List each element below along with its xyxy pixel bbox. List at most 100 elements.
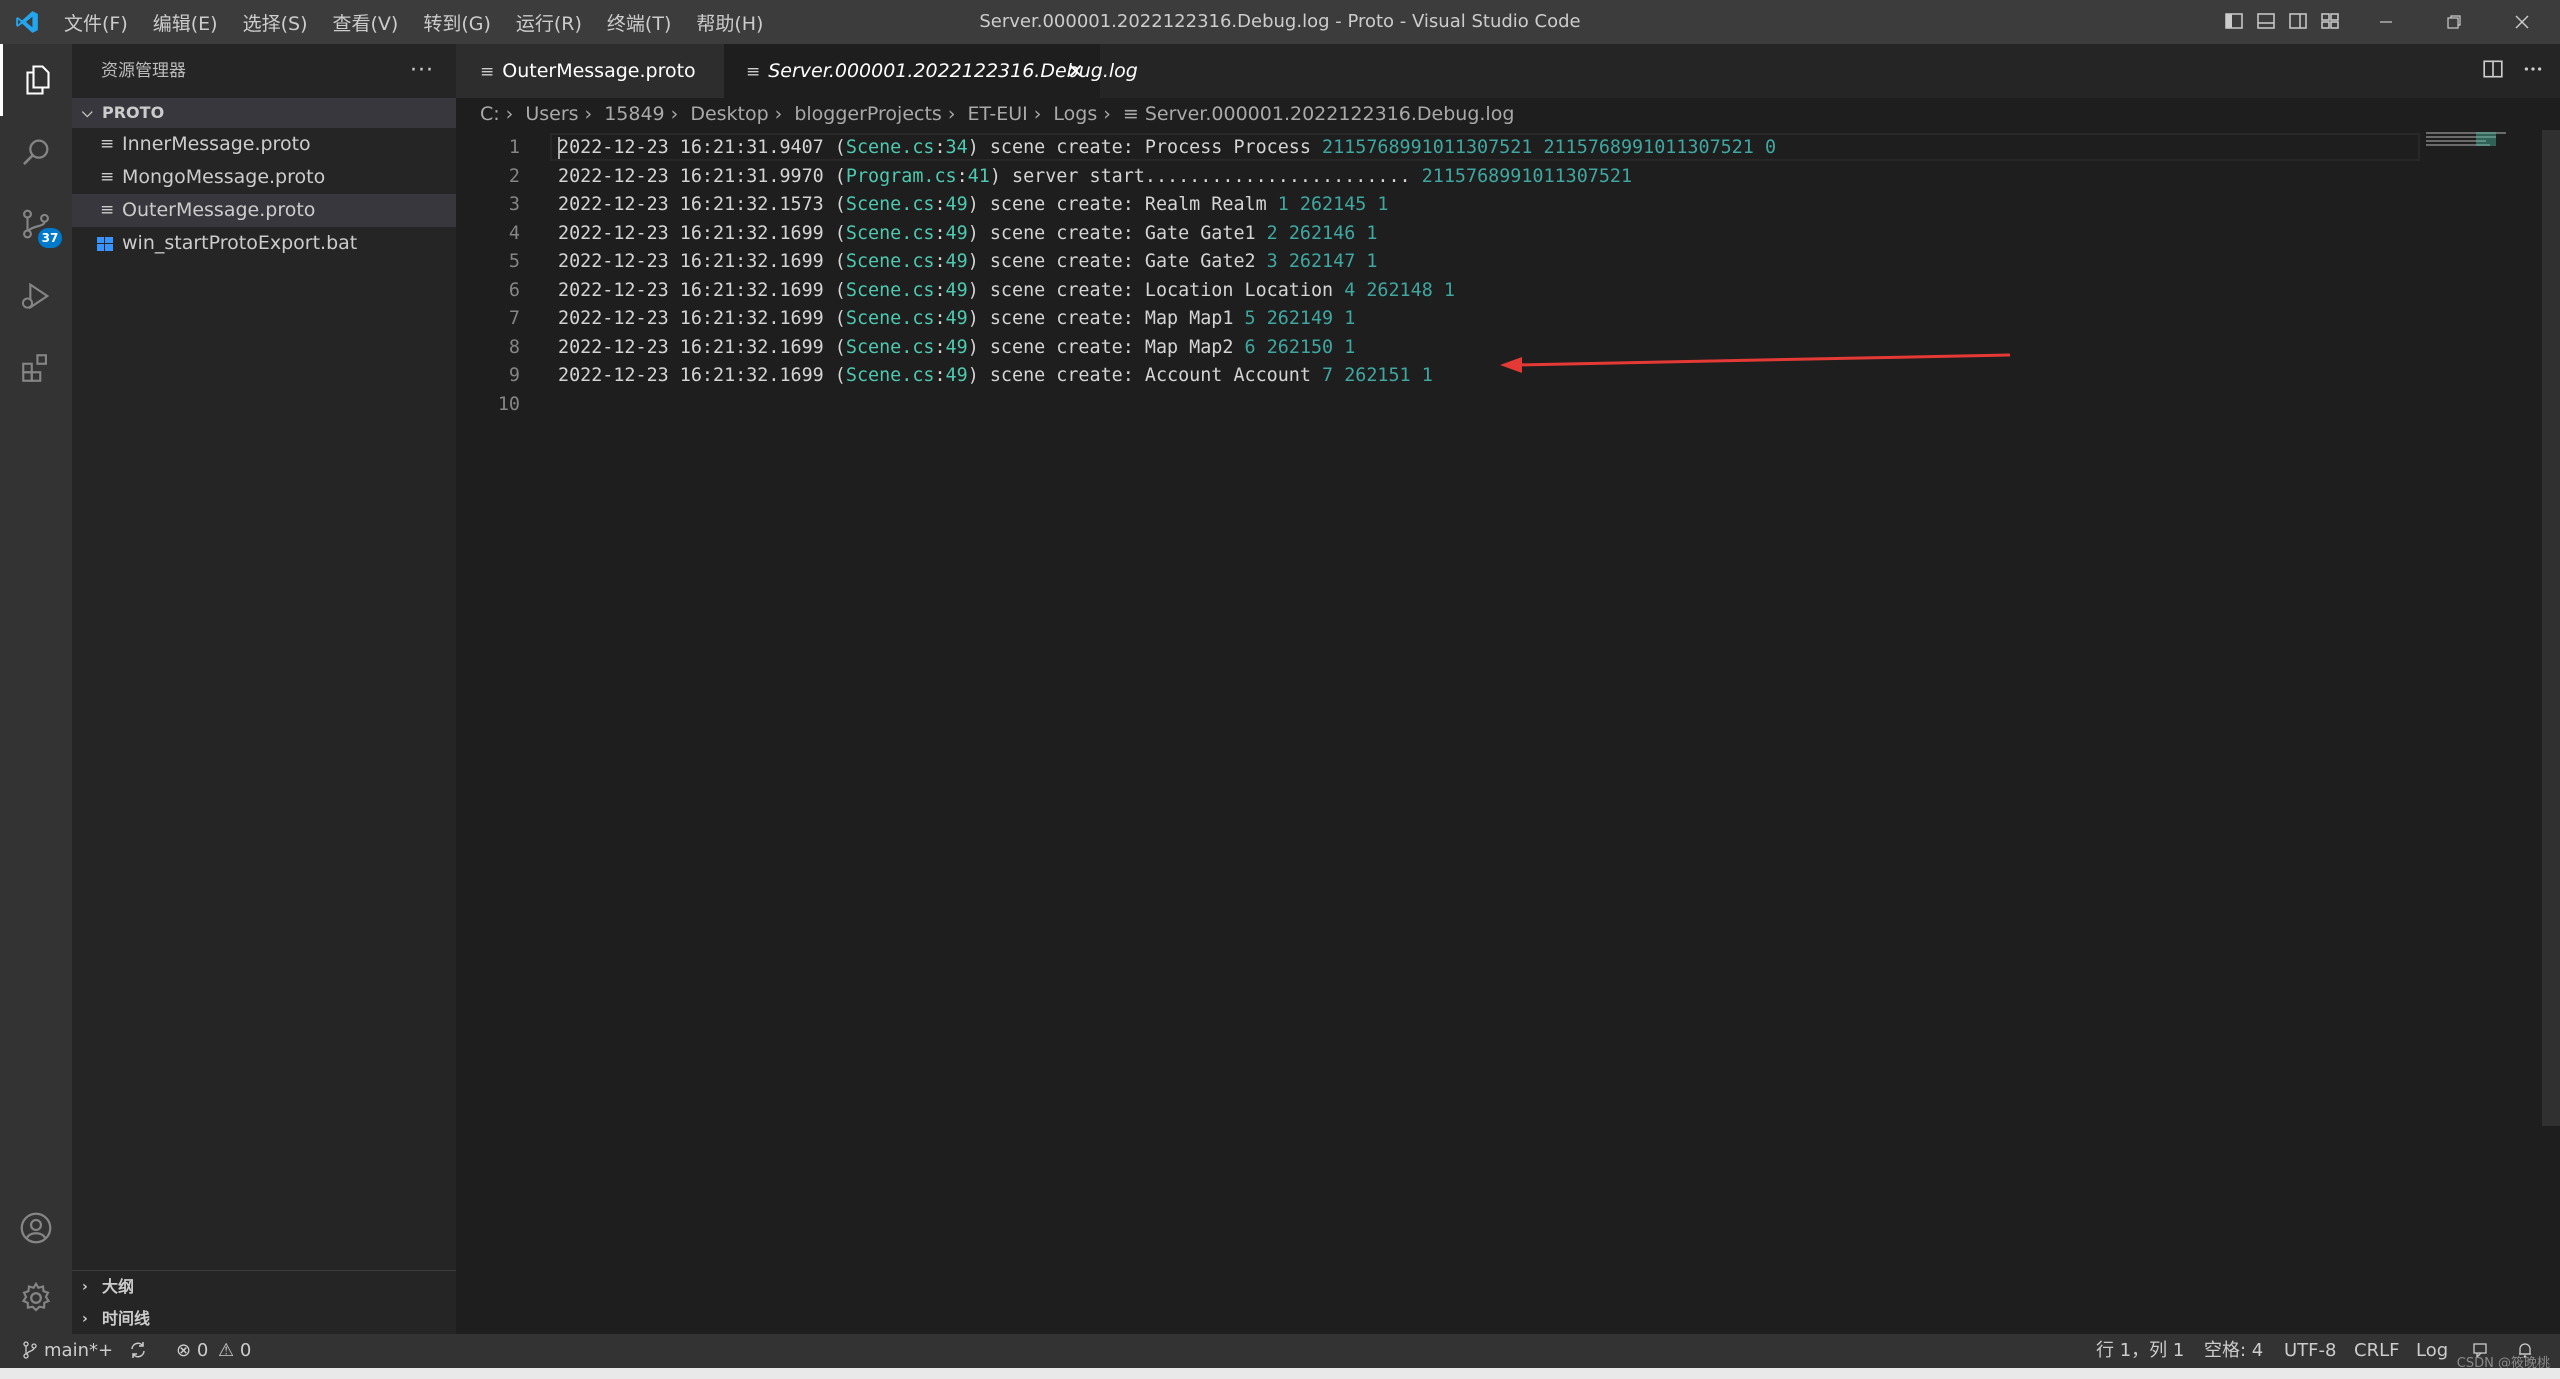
menu-view[interactable]: 查看(V) bbox=[333, 9, 399, 36]
menu-go[interactable]: 转到(G) bbox=[423, 9, 491, 36]
scm-count-badge: 37 bbox=[38, 228, 62, 248]
minimize-button[interactable] bbox=[2352, 0, 2420, 44]
error-icon: ⊗ bbox=[176, 1340, 192, 1361]
explorer-sidebar: 资源管理器 ··· ⌵ PROTO ≡ InnerMessage.proto ≡… bbox=[72, 44, 456, 1335]
line-content: 2022-12-23 16:21:32.1699 (Scene.cs:49) s… bbox=[558, 279, 1455, 301]
log-value: 2115768991011307521 bbox=[1543, 137, 1754, 158]
toggle-secondary-sidebar-icon[interactable] bbox=[2288, 11, 2308, 31]
minimap[interactable] bbox=[2426, 130, 2542, 150]
close-window-button[interactable] bbox=[2488, 0, 2556, 44]
language-mode-status[interactable]: Log bbox=[2416, 1334, 2448, 1368]
breadcrumb-item[interactable]: Logs bbox=[1053, 103, 1097, 125]
breadcrumb-item[interactable]: Desktop bbox=[690, 103, 768, 125]
line-number: 6 bbox=[508, 279, 520, 301]
log-value: 2115768991011307521 bbox=[1322, 137, 1533, 158]
split-editor-icon[interactable] bbox=[2482, 58, 2504, 80]
breadcrumb-item[interactable]: 15849 bbox=[604, 103, 664, 125]
log-source-file: Program.cs bbox=[845, 165, 957, 187]
breadcrumb-item[interactable]: Users bbox=[525, 103, 578, 125]
tab-outermessage-proto[interactable]: ≡ OuterMessage.proto bbox=[456, 44, 724, 98]
search-activity[interactable] bbox=[0, 116, 72, 188]
taskbar-strip bbox=[0, 1368, 2560, 1379]
menu-selection[interactable]: 选择(S) bbox=[243, 9, 308, 36]
outline-section-header[interactable]: › 大纲 bbox=[72, 1271, 456, 1303]
file-outermessage-proto[interactable]: ≡ OuterMessage.proto bbox=[72, 194, 456, 227]
file-win-startprotoexport-bat[interactable]: win_startProtoExport.bat bbox=[72, 227, 456, 260]
menu-file[interactable]: 文件(F) bbox=[64, 9, 128, 36]
log-timestamp: 2022-12-23 16:21:32.1699 bbox=[558, 251, 824, 272]
log-timestamp: 2022-12-23 16:21:32.1699 bbox=[558, 365, 824, 386]
windows-batch-icon bbox=[97, 237, 113, 251]
explorer-activity[interactable] bbox=[0, 44, 72, 116]
log-message: scene create: Process Process bbox=[989, 137, 1311, 158]
editor-text-area[interactable]: 1 2022-12-23 16:21:31.9407 (Scene.cs:34) … bbox=[456, 130, 2560, 1334]
chevron-right-icon: › bbox=[947, 103, 956, 125]
vscode-logo-icon[interactable] bbox=[14, 9, 40, 35]
encoding-status[interactable]: UTF-8 bbox=[2284, 1334, 2336, 1368]
run-debug-icon bbox=[21, 282, 50, 310]
menu-terminal[interactable]: 终端(T) bbox=[607, 9, 671, 36]
breadcrumb: C: › Users › 15849 › Desktop › bloggerProjec… bbox=[456, 98, 2560, 130]
eol-status[interactable]: CRLF bbox=[2354, 1334, 2399, 1368]
breadcrumb-item[interactable]: ET-EUI bbox=[967, 103, 1027, 125]
menu-help[interactable]: 帮助(H) bbox=[696, 9, 763, 36]
menu-edit[interactable]: 编辑(E) bbox=[153, 9, 218, 36]
chevron-right-icon: › bbox=[584, 103, 593, 125]
timeline-section-header[interactable]: › 时间线 bbox=[72, 1303, 456, 1335]
more-actions-icon[interactable]: ··· bbox=[410, 44, 434, 98]
chevron-right-icon: › bbox=[1033, 103, 1042, 125]
breadcrumb-item[interactable]: bloggerProjects bbox=[794, 103, 942, 125]
restore-button[interactable] bbox=[2420, 0, 2488, 44]
warning-count: 0 bbox=[239, 1340, 252, 1361]
close-icon bbox=[2515, 15, 2529, 29]
run-debug-activity[interactable] bbox=[0, 260, 72, 332]
chevron-right-icon: › bbox=[1103, 103, 1111, 125]
breadcrumb-item[interactable]: C: bbox=[480, 103, 500, 125]
file-label: OuterMessage.proto bbox=[122, 199, 316, 221]
branch-label: main*+ bbox=[44, 1340, 114, 1361]
sync-status[interactable] bbox=[128, 1334, 148, 1368]
close-tab-icon[interactable]: ✕ bbox=[1067, 44, 1084, 98]
accounts-activity[interactable] bbox=[0, 1192, 72, 1264]
log-source-line: 41 bbox=[967, 165, 990, 187]
customize-layout-icon[interactable] bbox=[2320, 11, 2340, 31]
log-timestamp: 2022-12-23 16:21:32.1699 bbox=[558, 308, 824, 329]
log-value: 1 bbox=[1366, 251, 1378, 272]
file-mongomessage-proto[interactable]: ≡ MongoMessage.proto bbox=[72, 161, 456, 194]
log-timestamp: 2022-12-23 16:21:32.1699 bbox=[558, 279, 824, 301]
manage-activity[interactable] bbox=[0, 1262, 72, 1334]
log-source-line: 49 bbox=[945, 251, 968, 272]
sidebar-bottom-sections: › 大纲 › 时间线 bbox=[72, 1270, 456, 1335]
problems-status[interactable]: ⊗ 0 ⚠ 0 bbox=[176, 1334, 251, 1368]
toggle-primary-sidebar-icon[interactable] bbox=[2224, 11, 2244, 31]
more-actions-icon[interactable] bbox=[2522, 58, 2544, 80]
line-number: 7 bbox=[508, 308, 520, 329]
file-label: MongoMessage.proto bbox=[122, 166, 326, 188]
log-value: 1 bbox=[1344, 308, 1356, 329]
folder-proto-header[interactable]: ⌵ PROTO bbox=[72, 98, 456, 128]
log-source-file: Scene.cs bbox=[845, 308, 935, 329]
breadcrumb-item[interactable]: Server.000001.2022122316.Debug.log bbox=[1145, 103, 1515, 125]
line-number: 5 bbox=[508, 251, 520, 272]
editor-tabs: ≡ OuterMessage.proto ≡ Server.000001.20221… bbox=[456, 44, 2560, 98]
window-title: Server.000001.2022122316.Debug.log - Pro… bbox=[979, 11, 1581, 32]
file-lines-icon: ≡ bbox=[480, 62, 495, 82]
file-lines-icon: ≡ bbox=[1122, 103, 1139, 125]
gear-icon bbox=[21, 1281, 51, 1312]
cursor-position-status[interactable]: 行 1，列 1 bbox=[2096, 1334, 2184, 1368]
log-value: 6 bbox=[1244, 336, 1256, 358]
vertical-scrollbar[interactable] bbox=[2542, 130, 2560, 1126]
toggle-panel-icon[interactable] bbox=[2256, 11, 2276, 31]
file-innermessage-proto[interactable]: ≡ InnerMessage.proto bbox=[72, 128, 456, 161]
menu-run[interactable]: 运行(R) bbox=[516, 9, 582, 36]
title-bar: 文件(F) 编辑(E) 选择(S) 查看(V) 转到(G) 运行(R) 终端(T… bbox=[0, 0, 2560, 44]
extensions-activity[interactable] bbox=[0, 332, 72, 404]
file-lines-icon: ≡ bbox=[100, 134, 115, 154]
source-control-activity[interactable]: 37 bbox=[0, 188, 72, 260]
tab-debug-log[interactable]: ≡ Server.000001.2022122316.Debug.log ✕ bbox=[724, 44, 1138, 98]
indentation-status[interactable]: 空格: 4 bbox=[2204, 1334, 2263, 1368]
log-value: 262150 bbox=[1266, 336, 1334, 358]
explorer-header: 资源管理器 ··· bbox=[72, 44, 456, 98]
line-content: 2022-12-23 16:21:32.1699 (Scene.cs:49) s… bbox=[558, 365, 1433, 386]
branch-status[interactable]: main*+ bbox=[22, 1334, 113, 1368]
